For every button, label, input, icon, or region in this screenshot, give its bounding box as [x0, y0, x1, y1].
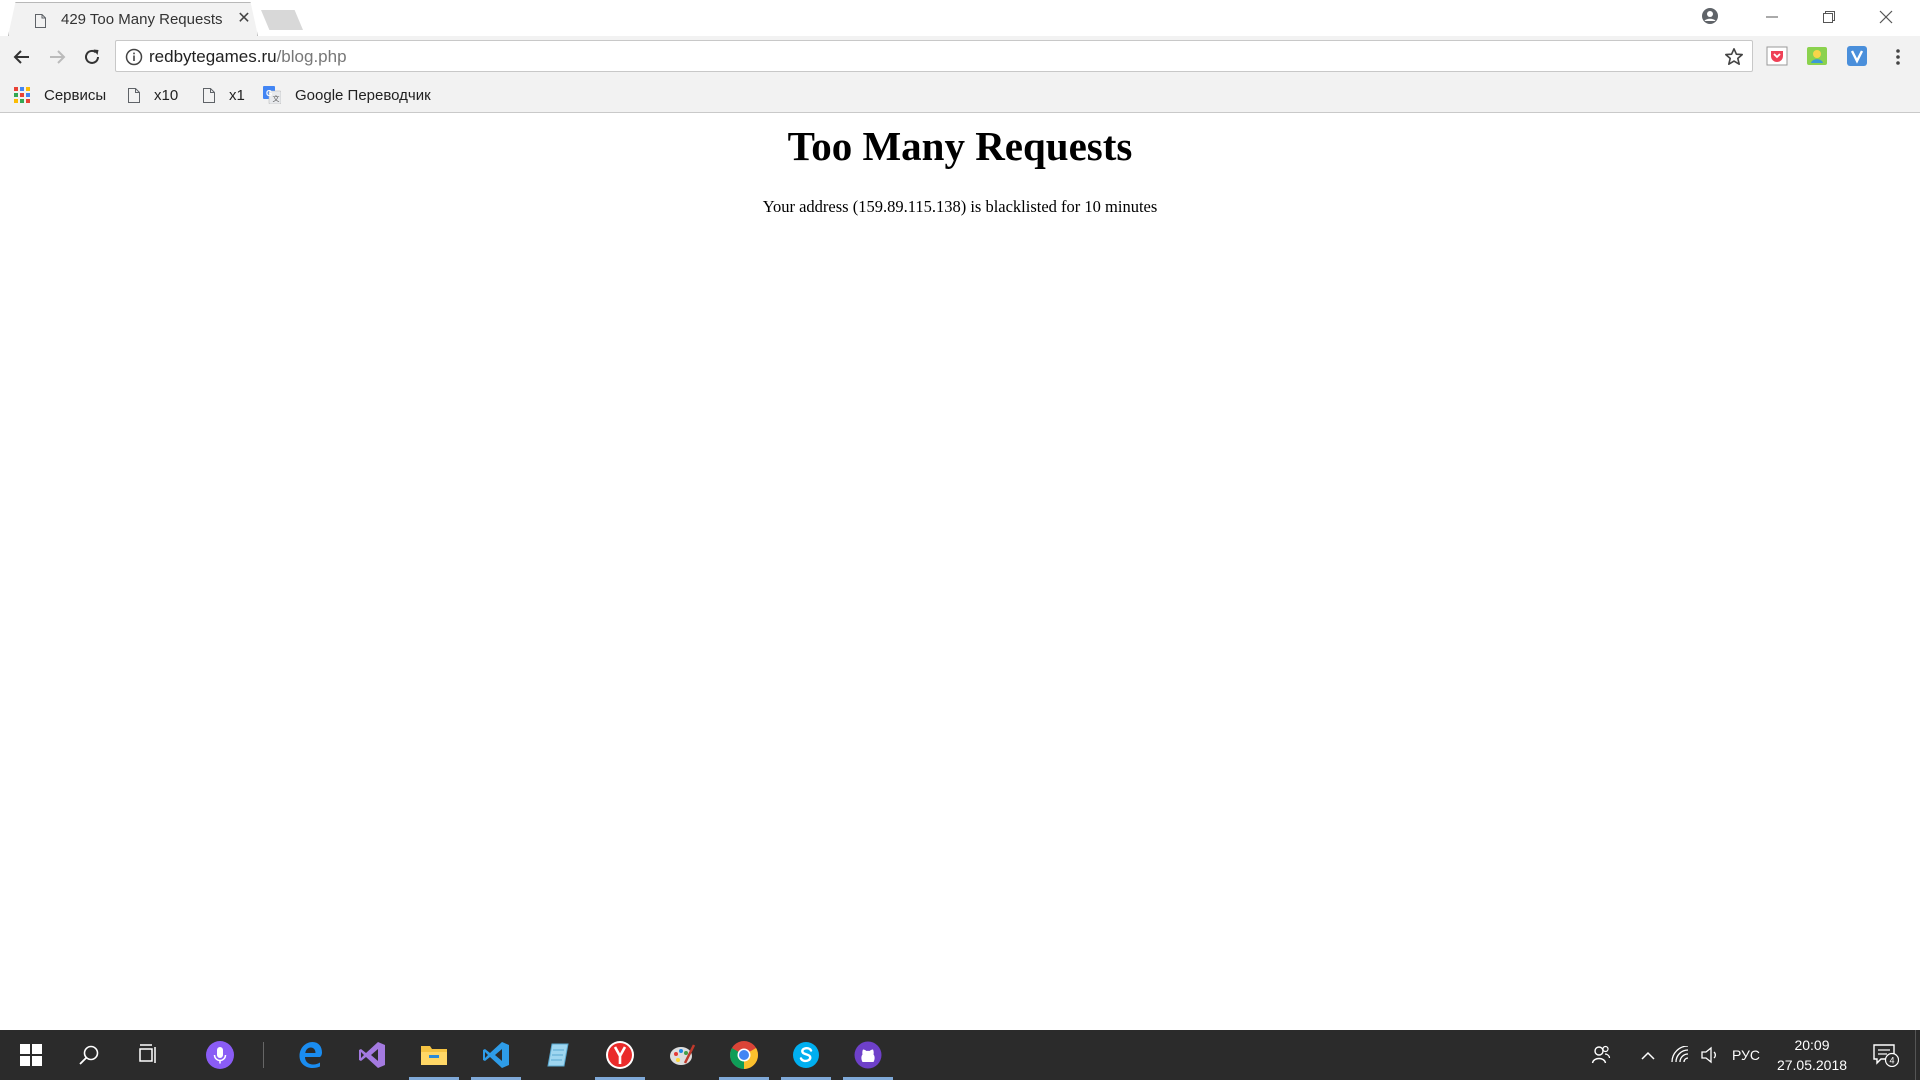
visual-studio-icon: [359, 1042, 385, 1068]
restore-button[interactable]: [1801, 0, 1857, 34]
taskbar-app-file-explorer[interactable]: [403, 1030, 465, 1080]
taskbar-app-chrome[interactable]: [713, 1030, 775, 1080]
windows-taskbar: РУС 20:09 27.05.2018 4: [0, 1030, 1920, 1080]
reload-button[interactable]: [80, 45, 104, 69]
taskbar-app-skype[interactable]: [775, 1030, 837, 1080]
taskbar-app-edge[interactable]: [279, 1030, 341, 1080]
language-indicator[interactable]: РУС: [1726, 1030, 1766, 1080]
chevron-up-icon: [1641, 1051, 1655, 1060]
edge-icon: [299, 1042, 322, 1068]
taskbar-app-github-desktop[interactable]: [837, 1030, 899, 1080]
clock[interactable]: 20:09 27.05.2018: [1768, 1030, 1856, 1080]
task-view-icon: [139, 1044, 156, 1063]
svg-text:G: G: [266, 89, 272, 98]
language-label: РУС: [1731, 1047, 1761, 1063]
action-center-button[interactable]: 4: [1858, 1030, 1914, 1080]
more-vertical-icon: [1896, 49, 1900, 65]
clock-date: 27.05.2018: [1776, 1057, 1848, 1073]
show-desktop-button[interactable]: [1915, 1030, 1920, 1080]
chrome-icon: [730, 1041, 758, 1069]
forward-button[interactable]: [45, 45, 69, 69]
browser-title-bar: 429 Too Many Requests ✕: [0, 0, 1920, 36]
windows-start-icon: [20, 1044, 42, 1066]
notification-count: 4: [1889, 1056, 1894, 1066]
page-title: Too Many Requests: [787, 123, 1133, 169]
bookmark-x1[interactable]: x1: [203, 84, 245, 106]
url-path: /blog.php: [276, 47, 347, 66]
file-explorer-icon: [421, 1046, 447, 1065]
bookmark-star-icon[interactable]: [1724, 47, 1744, 67]
bookmark-label: x10: [154, 86, 179, 104]
cortana-button[interactable]: [189, 1030, 251, 1080]
volume-button[interactable]: [1695, 1030, 1725, 1080]
svg-text:文: 文: [273, 94, 280, 103]
url-host: redbytegames.ru: [149, 47, 277, 66]
url-text[interactable]: redbytegames.ru/blog.php: [149, 47, 347, 67]
taskbar-app-notepad[interactable]: [527, 1030, 589, 1080]
paint-icon: [670, 1044, 696, 1065]
tab-title: 429 Too Many Requests: [61, 11, 223, 28]
new-tab-button[interactable]: [261, 10, 303, 30]
page-icon: [35, 14, 46, 28]
bookmark-label: Сервисы: [44, 86, 107, 104]
notepad-app-icon: [547, 1043, 569, 1067]
minimize-button[interactable]: [1744, 0, 1800, 34]
apps-grid-icon: [14, 87, 30, 103]
taskbar-app-visual-studio[interactable]: [341, 1030, 403, 1080]
wifi-icon: [1671, 1046, 1689, 1063]
forward-arrow-icon: [50, 50, 66, 64]
address-bar[interactable]: redbytegames.ru/blog.php: [115, 40, 1753, 72]
page-icon: [203, 87, 215, 103]
bookmark-google-translate[interactable]: G 文 Google Переводчик: [263, 84, 431, 106]
notifications-icon: 4: [1873, 1044, 1899, 1067]
v-extension-icon[interactable]: [1846, 45, 1868, 67]
clock-time: 20:09: [1794, 1037, 1830, 1053]
bookmark-x10[interactable]: x10: [128, 84, 178, 106]
bookmarks-bar: Сервисы x10 x1 G 文 Google Переводчик: [0, 78, 1920, 113]
vscode-icon: [483, 1042, 509, 1068]
start-button[interactable]: [0, 1030, 62, 1080]
taskbar-search-button[interactable]: [58, 1030, 120, 1080]
bookmark-label: x1: [229, 86, 245, 104]
minimize-icon: [1766, 16, 1778, 18]
taskbar-app-paint[interactable]: [651, 1030, 713, 1080]
yandex-browser-icon: [606, 1041, 634, 1069]
restore-icon: [1823, 11, 1835, 23]
reload-icon: [85, 49, 99, 64]
network-button[interactable]: [1665, 1030, 1695, 1080]
browser-toolbar: redbytegames.ru/blog.php: [0, 36, 1920, 78]
task-view-button[interactable]: [118, 1030, 180, 1080]
back-button[interactable]: [10, 45, 34, 69]
close-icon: [1879, 10, 1893, 24]
cortana-icon: [206, 1041, 234, 1069]
tab-active[interactable]: 429 Too Many Requests ✕: [8, 2, 258, 36]
people-icon: [1591, 1045, 1611, 1064]
taskbar-app-vscode[interactable]: [465, 1030, 527, 1080]
taskbar-app-yandex-browser[interactable]: [589, 1030, 651, 1080]
page-icon: [128, 87, 140, 103]
bookmark-label: Google Переводчик: [295, 86, 431, 104]
pocket-icon[interactable]: [1766, 45, 1788, 67]
taskbar-divider: [263, 1042, 264, 1068]
volume-icon: [1701, 1046, 1716, 1064]
people-button[interactable]: [1571, 1030, 1631, 1080]
back-arrow-icon: [13, 50, 29, 64]
github-desktop-icon: [854, 1041, 882, 1069]
close-icon[interactable]: ✕: [236, 11, 252, 27]
skype-icon: [793, 1042, 819, 1068]
browser-menu-button[interactable]: [1886, 45, 1910, 69]
show-hidden-icons-button[interactable]: [1631, 1030, 1665, 1080]
profile-icon[interactable]: [1700, 6, 1720, 26]
window-close-button[interactable]: [1858, 0, 1914, 34]
bookmark-services[interactable]: Сервисы: [14, 84, 106, 106]
error-message: Your address (159.89.115.138) is blackli…: [762, 197, 1158, 216]
info-icon[interactable]: [125, 48, 143, 66]
green-extension-icon[interactable]: [1806, 45, 1828, 67]
google-translate-icon: G 文: [263, 86, 281, 104]
search-icon: [79, 1045, 99, 1065]
page-content: Too Many Requests Your address (159.89.1…: [0, 113, 1920, 1030]
